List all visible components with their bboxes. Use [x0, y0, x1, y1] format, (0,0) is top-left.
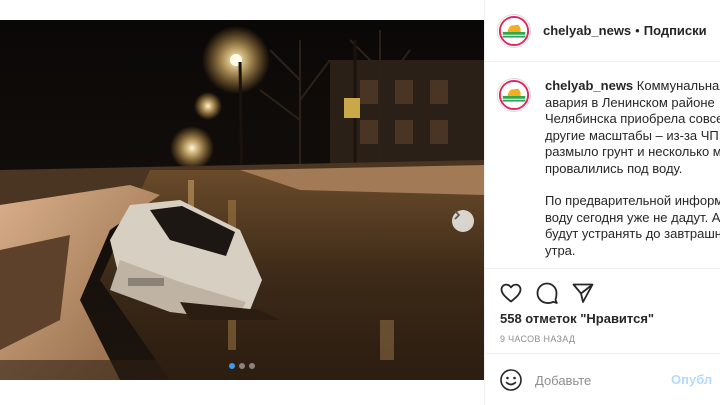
publish-comment-button[interactable]: Опубл	[671, 372, 712, 387]
caption-line: воду сегодня уже не дадут. А	[545, 209, 720, 225]
divider	[485, 268, 720, 269]
like-button[interactable]	[499, 281, 523, 305]
caption-line: chelyab_news Коммунальная	[545, 78, 720, 95]
avatar[interactable]	[497, 78, 531, 112]
caption-line: По предварительной информ	[545, 193, 720, 208]
comment-icon	[536, 282, 558, 304]
caption-line: провалились под воду.	[545, 160, 683, 176]
caption-line: будут устранять до завтрашн	[545, 226, 720, 241]
caption-line: авария в Ленинском районе	[545, 94, 715, 110]
emoji-icon	[500, 369, 522, 391]
caption-username[interactable]: chelyab_news	[545, 78, 633, 93]
caption-line: другие масштабы – из-за ЧП	[545, 127, 719, 143]
comment-bar: Опубл	[485, 353, 720, 405]
next-slide-button[interactable]	[452, 210, 474, 232]
post-caption: chelyab_news Коммунальная авария в Ленин…	[497, 78, 720, 263]
share-icon	[572, 283, 594, 303]
chelyab-news-logo-icon	[498, 79, 530, 111]
chevron-right-icon	[454, 210, 461, 220]
post-actions	[499, 281, 595, 305]
caption-paragraph-gap	[545, 177, 720, 193]
flooded-street-photo	[0, 20, 484, 380]
heart-icon	[500, 283, 522, 303]
following-button[interactable]: Подписки	[644, 23, 707, 38]
post-header: chelyab_news • Подписки	[485, 0, 720, 62]
header-username[interactable]: chelyab_news	[543, 23, 631, 38]
share-button[interactable]	[571, 281, 595, 305]
caption-line: размыло грунт и несколько м	[545, 144, 720, 159]
chelyab-news-logo-icon	[498, 15, 530, 46]
caption-line: Челябинска приобрела совсе	[545, 111, 720, 126]
likes-count[interactable]: 558 отметок "Нравится"	[500, 311, 654, 326]
post-side-panel: chelyab_news • Подписки chelyab_news Ком…	[484, 0, 720, 405]
caption-line: утра.	[545, 242, 576, 258]
carousel-indicator	[0, 363, 484, 369]
media-bottom-margin	[0, 380, 484, 405]
post-media	[0, 0, 484, 405]
post-photo[interactable]	[0, 20, 484, 380]
caption-text: chelyab_news Коммунальная авария в Ленин…	[545, 78, 720, 263]
caption-line-text: Коммунальная	[636, 78, 720, 93]
comment-input[interactable]	[535, 370, 665, 390]
carousel-dot	[229, 363, 235, 369]
carousel-dot	[239, 363, 245, 369]
avatar[interactable]	[497, 13, 531, 48]
post-timestamp[interactable]: 9 ЧАСОВ НАЗАД	[500, 334, 575, 344]
comment-button[interactable]	[535, 281, 559, 305]
emoji-button[interactable]	[499, 368, 523, 392]
header-separator: •	[635, 23, 640, 38]
carousel-dot	[249, 363, 255, 369]
